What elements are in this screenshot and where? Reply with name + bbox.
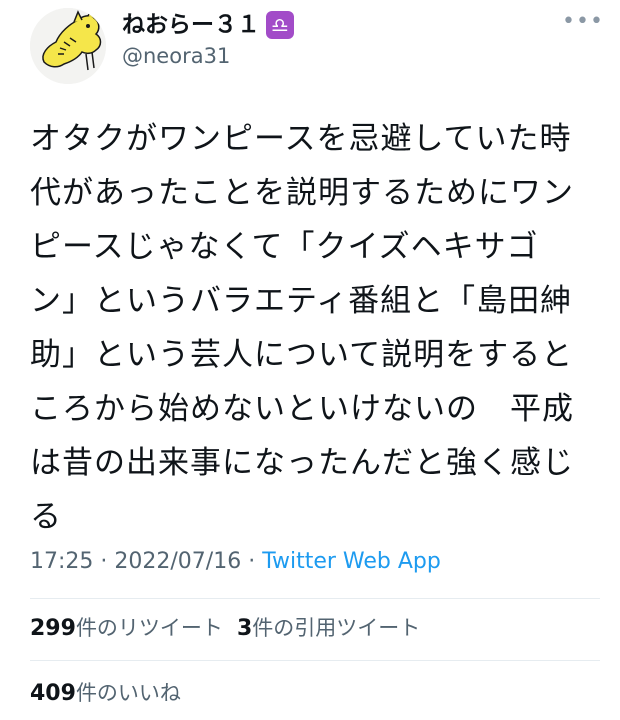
meta-separator: · xyxy=(93,549,115,574)
meta-separator: · xyxy=(241,549,263,574)
yellow-creature-avatar-icon xyxy=(30,8,106,84)
tweet-text-line: は昔の出来事になったんだと強く感じ xyxy=(30,445,574,481)
display-name[interactable]: ねおらー３１ xyxy=(122,10,260,40)
retweets-stat[interactable]: 299件のリツイート xyxy=(30,616,223,641)
tweet-text-line: 代があったことを説明するためにワン xyxy=(30,175,574,211)
tweet-text-line: る xyxy=(30,499,62,535)
likes-stats: 409件のいいね xyxy=(30,677,181,710)
tweet-text: オタクがワンピースを忌避していた時 代があったことを説明するためにワン ピースじ… xyxy=(30,112,590,544)
tweet-metadata: 17:25 · 2022/07/16 · Twitter Web App xyxy=(30,545,441,579)
tweet-date[interactable]: 2022/07/16 xyxy=(114,549,241,574)
author-block: ねおらー３１ ♎ @neora31 xyxy=(122,10,294,70)
tweet-text-line: ピースじゃなくて「クイズヘキサゴ xyxy=(30,229,539,265)
tweet-text-line: ン」というバラエティ番組と「島田紳 xyxy=(30,283,573,319)
likes-count: 409 xyxy=(30,681,76,706)
tweet-header: ねおらー３１ ♎ @neora31 ••• xyxy=(30,8,603,84)
tweet-text-line: ころから始めないといけないの 平成 xyxy=(30,391,574,427)
engagement-stats: 299件のリツイート 3件の引用ツイート xyxy=(30,612,420,645)
avatar[interactable] xyxy=(30,8,106,84)
tweet-source-link[interactable]: Twitter Web App xyxy=(262,549,441,574)
quotes-stat[interactable]: 3件の引用ツイート xyxy=(236,616,421,641)
likes-label: 件のいいね xyxy=(75,681,181,705)
divider xyxy=(30,598,600,599)
libra-emoji-icon: ♎ xyxy=(266,11,294,39)
retweets-label: 件のリツイート xyxy=(75,616,223,640)
tweet-time[interactable]: 17:25 xyxy=(30,549,93,574)
quotes-label: 件の引用ツイート xyxy=(252,616,421,640)
tweet-detail: ねおらー３１ ♎ @neora31 ••• オタクがワンピースを忌避していた時 代… xyxy=(0,0,620,720)
quotes-count: 3 xyxy=(236,616,253,641)
retweets-count: 299 xyxy=(30,616,76,641)
likes-stat[interactable]: 409件のいいね xyxy=(30,681,181,706)
tweet-text-line: オタクがワンピースを忌避していた時 xyxy=(30,121,572,157)
tweet-text-line: 助」という芸人について説明をすると xyxy=(30,337,574,373)
divider xyxy=(30,660,600,661)
user-handle[interactable]: @neora31 xyxy=(122,42,294,70)
more-options-button[interactable]: ••• xyxy=(562,11,603,38)
